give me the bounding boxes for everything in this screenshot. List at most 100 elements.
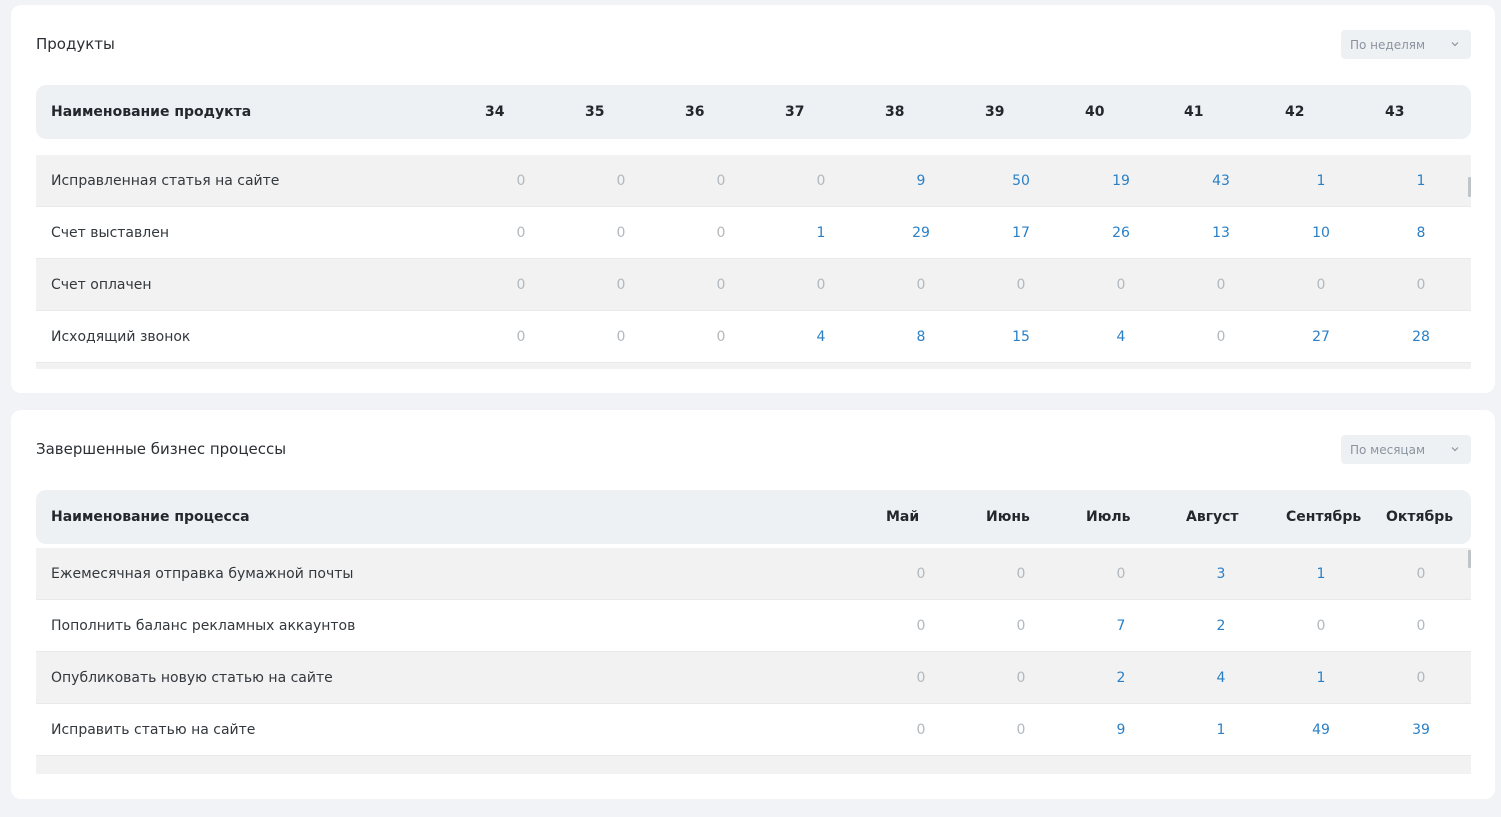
row-value: 0 (616, 173, 626, 189)
column-header[interactable]: Октябрь (1386, 490, 1453, 544)
row-value: 0 (1116, 566, 1126, 582)
scrollbar-thumb[interactable] (1468, 177, 1471, 197)
row-value[interactable]: 29 (901, 207, 941, 259)
column-header[interactable]: Май (886, 490, 919, 544)
table-body[interactable]: Исправить статью на сайте 0 0 9 1 49 39 Опублик… (36, 548, 1471, 774)
row-value: 0 (916, 722, 926, 738)
row-value: 0 (1216, 277, 1226, 293)
table-body[interactable]: Исходящий звонок 0 0 0 4 8 15 4 0 27 28 Счет оплаче… (36, 155, 1471, 369)
row-value: 0 (516, 277, 526, 293)
row-value[interactable]: 1 (1301, 548, 1341, 600)
column-header[interactable]: 39 (985, 85, 1004, 139)
row-value[interactable]: 4 (801, 311, 841, 363)
row-name: Исправить статью на сайте (51, 722, 256, 738)
table-bottom-strip (36, 363, 1471, 369)
column-header[interactable]: 36 (685, 85, 704, 139)
row-value[interactable]: 1 (1401, 155, 1441, 207)
row-value[interactable]: 39 (1401, 704, 1441, 756)
row-name: Счет оплачен (51, 277, 152, 293)
row-name: Исходящий звонок (51, 329, 191, 345)
table-row[interactable]: Исходящий звонок 0 0 0 4 8 15 4 0 27 28 (36, 311, 1471, 363)
row-value: 0 (916, 618, 926, 634)
column-header[interactable]: Август (1186, 490, 1239, 544)
table-row[interactable]: Ежемесячная отправка бумажной почты 0 0 0 3 1… (36, 548, 1471, 600)
row-value[interactable]: 1 (1301, 155, 1341, 207)
period-select-value: По месяцам (1350, 442, 1426, 457)
panel-title: Продукты (36, 35, 115, 53)
chevron-down-icon (1451, 42, 1459, 47)
row-value[interactable]: 13 (1201, 207, 1241, 259)
row-value[interactable]: 8 (901, 311, 941, 363)
row-value: 0 (716, 277, 726, 293)
period-select-value: По неделям (1350, 37, 1426, 52)
row-value[interactable]: 19 (1101, 155, 1141, 207)
row-value[interactable]: 3 (1201, 548, 1241, 600)
row-value[interactable]: 2 (1101, 652, 1141, 704)
column-header[interactable]: 35 (585, 85, 604, 139)
row-value[interactable]: 1 (801, 207, 841, 259)
row-value[interactable]: 9 (901, 155, 941, 207)
column-header[interactable]: 42 (1285, 85, 1304, 139)
row-value: 0 (816, 277, 826, 293)
table-row[interactable]: Пополнить баланс рекламных аккаунтов 0 0 7 2… (36, 600, 1471, 652)
column-header[interactable]: 37 (785, 85, 804, 139)
row-value: 0 (616, 225, 626, 241)
table-row[interactable]: Исправленная статья на сайте 0 0 0 0 9 50 19 43 1… (36, 155, 1471, 207)
table-row[interactable]: Исправить статью на сайте 0 0 9 1 49 39 (36, 704, 1471, 756)
row-value[interactable]: 49 (1301, 704, 1341, 756)
column-header-name: Наименование продукта (51, 104, 252, 120)
row-value[interactable]: 43 (1201, 155, 1241, 207)
row-value[interactable]: 4 (1201, 652, 1241, 704)
column-header[interactable]: 38 (885, 85, 904, 139)
row-value: 0 (1316, 277, 1326, 293)
column-header[interactable]: 43 (1385, 85, 1404, 139)
row-value[interactable]: 9 (1101, 704, 1141, 756)
row-value: 0 (516, 225, 526, 241)
row-name: Ежемесячная отправка бумажной почты (51, 566, 354, 582)
period-select[interactable]: По месяцам (1341, 435, 1471, 464)
row-value[interactable]: 1 (1201, 704, 1241, 756)
column-header[interactable]: Сентябрь (1286, 490, 1361, 544)
row-value: 0 (1416, 670, 1426, 686)
row-value: 0 (1016, 722, 1026, 738)
row-value: 0 (1416, 277, 1426, 293)
row-value[interactable]: 4 (1101, 311, 1141, 363)
row-value[interactable]: 27 (1301, 311, 1341, 363)
row-value[interactable]: 17 (1001, 207, 1041, 259)
row-value[interactable]: 7 (1101, 600, 1141, 652)
column-header[interactable]: 34 (485, 85, 504, 139)
row-value[interactable]: 2 (1201, 600, 1241, 652)
chevron-down-icon (1451, 447, 1459, 452)
column-header[interactable]: Июнь (986, 490, 1030, 544)
row-value[interactable]: 50 (1001, 155, 1041, 207)
row-value: 0 (916, 277, 926, 293)
row-value: 0 (1016, 670, 1026, 686)
row-name: Пополнить баланс рекламных аккаунтов (51, 618, 356, 634)
column-header[interactable]: 41 (1184, 85, 1203, 139)
row-value: 0 (1416, 566, 1426, 582)
row-value: 0 (1016, 277, 1026, 293)
table-row[interactable]: Опубликовать новую статью на сайте 0 0 2 4 1 0 (36, 652, 1471, 704)
row-value: 0 (816, 173, 826, 189)
row-value: 0 (716, 329, 726, 345)
column-header[interactable]: 40 (1085, 85, 1104, 139)
row-value: 0 (716, 225, 726, 241)
row-value: 0 (916, 670, 926, 686)
row-value: 0 (616, 329, 626, 345)
row-value: 0 (1416, 618, 1426, 634)
row-value[interactable]: 1 (1301, 652, 1341, 704)
scrollbar-thumb[interactable] (1468, 550, 1471, 568)
row-value[interactable]: 28 (1401, 311, 1441, 363)
row-value[interactable]: 26 (1101, 207, 1141, 259)
row-value[interactable]: 15 (1001, 311, 1041, 363)
table-row[interactable]: Счет оплачен 0 0 0 0 0 0 0 0 0 0 (36, 259, 1471, 311)
table-row[interactable]: Счет выставлен 0 0 0 1 29 17 26 13 10 8 (36, 207, 1471, 259)
table-header: Наименование процесса Май Июнь Июль Авгу… (36, 490, 1471, 544)
period-select[interactable]: По неделям (1341, 30, 1471, 59)
column-header[interactable]: Июль (1086, 490, 1130, 544)
row-value[interactable]: 10 (1301, 207, 1341, 259)
row-value: 0 (716, 173, 726, 189)
row-value: 0 (1316, 618, 1326, 634)
row-value: 0 (1216, 329, 1226, 345)
row-value[interactable]: 8 (1401, 207, 1441, 259)
